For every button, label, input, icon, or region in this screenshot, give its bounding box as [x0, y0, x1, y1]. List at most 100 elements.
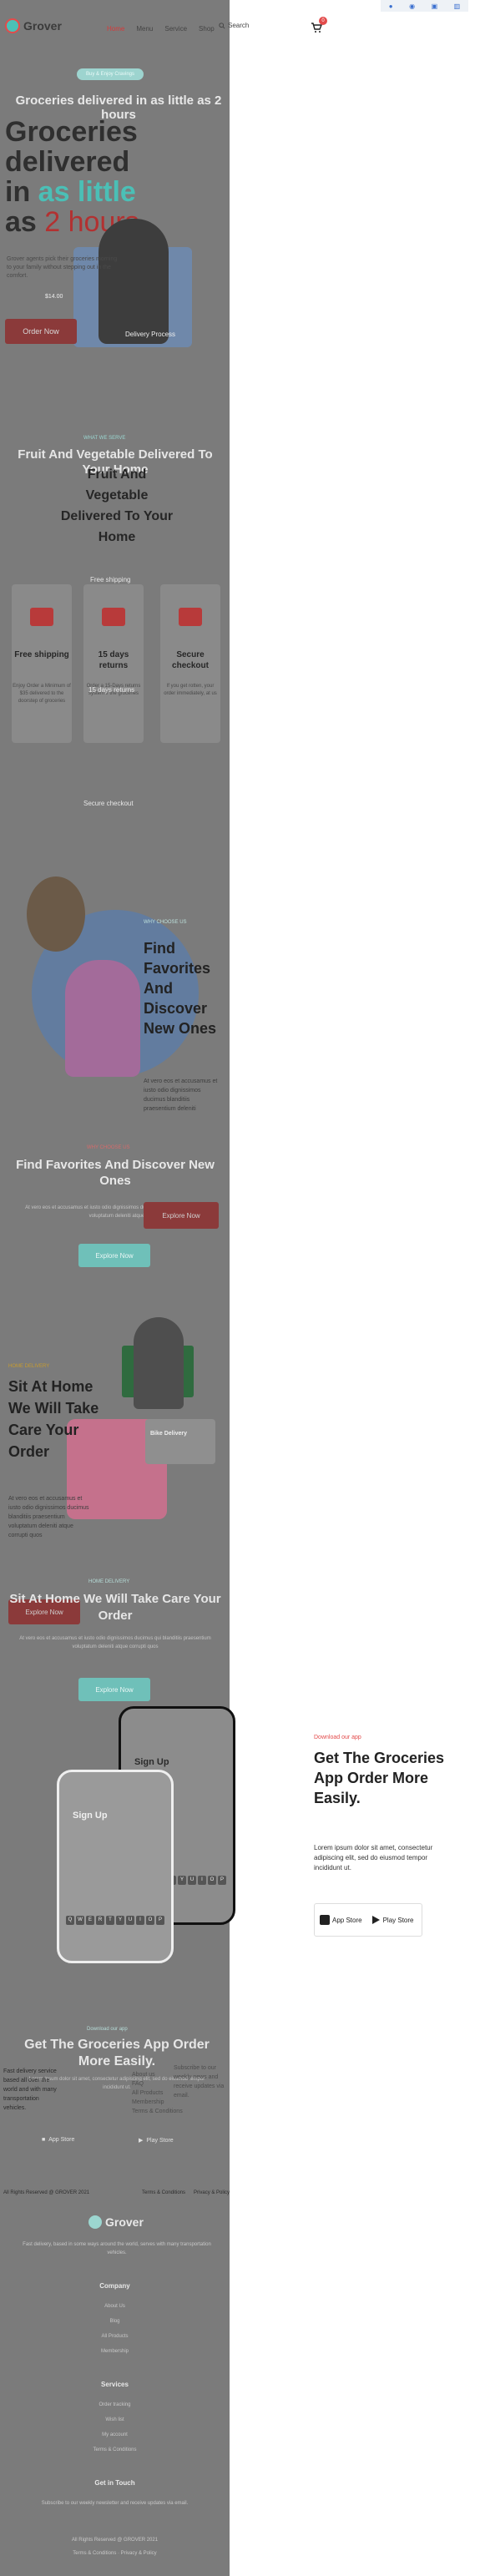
delivery-mobile-description: At vero eos et accusamus et iusto odio d…	[19, 1636, 211, 1649]
nav-item-menu[interactable]: Menu	[136, 25, 153, 33]
footer-logo-text: Grover	[105, 2215, 144, 2229]
feature-desc: If you get rotten, your order immediatel…	[164, 684, 217, 696]
privacy-link[interactable]: Privacy & Policy	[194, 2190, 230, 2195]
feature-card-returns: 15 days returns Order a 15-Days returns …	[83, 584, 144, 743]
keyboard-row: QWERTYUIOP	[66, 1916, 164, 1925]
delivery-description: At vero eos et accusamus et iusto odio d…	[8, 1496, 89, 1538]
key-o: O	[146, 1916, 154, 1925]
key-r: R	[96, 1916, 104, 1925]
play-store-button[interactable]: Play Store	[371, 1915, 413, 1925]
delivery-mobile-label: HOME DELIVERY	[88, 1579, 130, 1584]
terms-link[interactable]: Terms & Conditions	[142, 2190, 185, 2195]
footer-touch-heading: Get in Touch	[94, 2479, 135, 2487]
footer-touch-description: Subscribe to our weekly newsletter and r…	[41, 2501, 189, 2506]
why-mobile-title: Find Favorites And Discover New Ones	[16, 1158, 215, 1188]
why-title: Find Favorites And Discover New Ones	[144, 940, 217, 1037]
footer-mobile-legal: Terms & Conditions · Privacy & Policy	[73, 2551, 157, 2556]
play-icon: ▶	[139, 2138, 144, 2144]
footer-services-item[interactable]: Wish list	[0, 2417, 230, 2422]
search-button[interactable]: Search	[219, 22, 249, 29]
order-now-button[interactable]: Order Now	[5, 319, 77, 344]
feature-title: Secure checkout	[172, 650, 209, 670]
pin-icon[interactable]: ●	[389, 3, 393, 10]
key-i: I	[136, 1916, 144, 1925]
footer-mobile-copyright: All Rights Reserved @ GROVER 2021	[71, 2538, 159, 2543]
apple-icon	[320, 1915, 330, 1925]
why-image-shopper	[65, 960, 140, 1077]
footer-description: Fast delivery, based in some ways around…	[23, 2242, 211, 2255]
hero-title-highlight: as little	[38, 176, 136, 208]
delivery-label: HOME DELIVERY	[8, 1364, 50, 1369]
logo[interactable]: Grover	[5, 18, 62, 33]
desktop-area	[230, 0, 480, 2576]
nav-item-shop[interactable]: Shop	[199, 25, 215, 33]
hero-price: $14.00	[45, 294, 63, 300]
utility-toolbar: ● ◉ ▣ ▥	[381, 0, 468, 12]
hero-image	[99, 219, 169, 344]
delivery-title: Sit At Home We Will Take Care Your Order	[8, 1378, 99, 1460]
play-icon	[371, 1916, 380, 1924]
hero-description: Grover agents pick their groceries morni…	[7, 256, 118, 279]
app-store-mobile-label: App Store	[48, 2137, 75, 2143]
checkout-icon	[179, 608, 202, 626]
key-i: I	[198, 1876, 206, 1885]
play-store-mobile-label: Play Store	[146, 2137, 174, 2144]
why-description: At vero eos et accusamus et iusto odio d…	[144, 1078, 218, 1112]
app-store-label: App Store	[332, 1916, 362, 1924]
explore-now-button[interactable]: Explore Now	[144, 1202, 219, 1229]
footer-company-item[interactable]: All Products	[0, 2334, 230, 2339]
features-title: Fruit And Vegetable Delivered To Your Ho…	[60, 467, 174, 544]
page: Grover Home Menu Service Shop Search 0 ●…	[0, 0, 480, 2576]
bike-delivery-label: Bike Delivery	[150, 1431, 187, 1437]
footer-services-item[interactable]: My account	[0, 2432, 230, 2437]
delivery-image-person	[134, 1317, 184, 1409]
key-w: W	[76, 1916, 84, 1925]
store-buttons: App Store Play Store	[314, 1903, 422, 1937]
hero-pill: Buy & Enjoy Cravings	[77, 68, 144, 80]
nav-item-home[interactable]: Home	[107, 25, 124, 33]
hero-title-line2: delivered	[5, 146, 130, 178]
key-p: P	[218, 1876, 226, 1885]
feature-card-shipping: Free shipping Enjoy Order a Minimum of $…	[12, 584, 72, 743]
free-shipping-mobile-label: Free shipping	[90, 576, 131, 583]
key-y: Y	[116, 1916, 124, 1925]
hero-title-line1: Groceries	[5, 116, 138, 148]
app-store-button[interactable]: App Store	[320, 1915, 362, 1925]
feature-desc: Enjoy Order a Minimum of $35 delivered t…	[13, 684, 71, 704]
delivery-mobile-title: Sit At Home We Will Take Care Your Order	[9, 1592, 221, 1623]
hero-title-in: in	[5, 176, 31, 208]
terms-link[interactable]: Terms & Conditions	[73, 2551, 116, 2556]
explore-now-mobile-button[interactable]: Explore Now	[78, 1244, 150, 1267]
cart-count-badge: 0	[319, 17, 327, 25]
privacy-link[interactable]: Privacy & Policy	[121, 2551, 157, 2556]
hero-title-line3: in as little	[5, 177, 230, 207]
eye-icon[interactable]: ◉	[409, 3, 415, 10]
key-y: Y	[178, 1876, 186, 1885]
delivery-explore-mobile-button[interactable]: Explore Now	[78, 1678, 150, 1701]
footer-company-item[interactable]: Blog	[0, 2319, 230, 2324]
trash-icon[interactable]: ▥	[454, 3, 461, 10]
returns-mobile-label: 15 days returns	[88, 686, 135, 694]
footer-logo[interactable]: Grover	[88, 2215, 144, 2229]
footer-company-item[interactable]: Membership	[0, 2349, 230, 2354]
footer-company-heading: Company	[99, 2282, 130, 2290]
features-subtitle: WHAT WE SERVE	[83, 436, 126, 441]
key-t: T	[106, 1916, 114, 1925]
lock-icon[interactable]: ▣	[432, 3, 438, 10]
logo-icon	[88, 2215, 102, 2229]
footer-services-item[interactable]: Terms & Conditions	[0, 2447, 230, 2452]
app-store-mobile-button[interactable]: ■ App Store	[42, 2137, 74, 2143]
play-store-mobile-button[interactable]: ▶ Play Store	[139, 2137, 174, 2144]
key-p: P	[156, 1916, 164, 1925]
main-nav: Home Menu Service Shop	[107, 25, 215, 33]
hero-title: Groceries delivered in as little as 2 ho…	[5, 117, 230, 237]
app-label: Download our app	[314, 1735, 361, 1740]
search-icon	[219, 22, 225, 29]
footer-copyright: All Rights Reserved @ GROVER 2021	[3, 2190, 90, 2195]
nav-item-service[interactable]: Service	[164, 25, 187, 33]
feature-title: Free shipping	[14, 650, 69, 659]
footer-company-item[interactable]: About Us	[0, 2304, 230, 2309]
key-q: Q	[66, 1916, 74, 1925]
footer-services-item[interactable]: Order tracking	[0, 2402, 230, 2407]
key-u: U	[126, 1916, 134, 1925]
